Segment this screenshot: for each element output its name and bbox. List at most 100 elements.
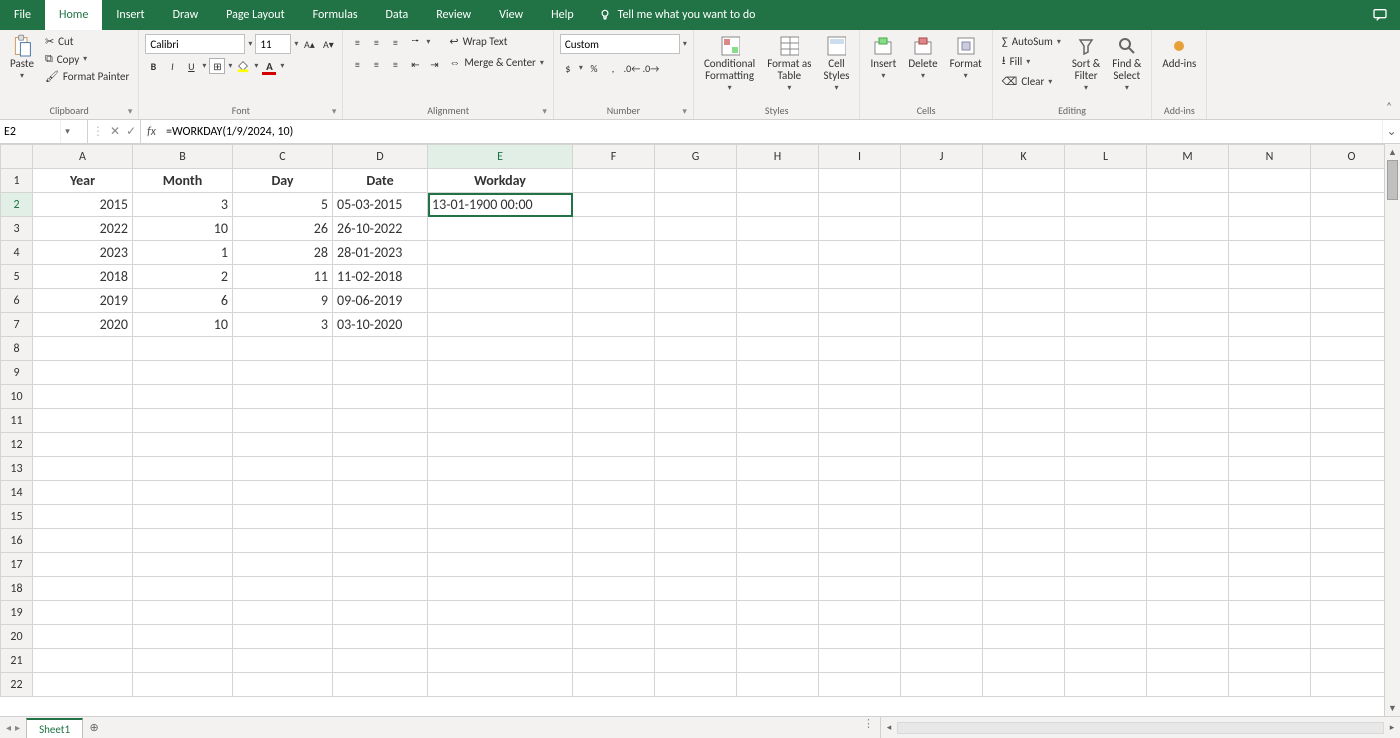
cell[interactable] (737, 337, 819, 361)
cell[interactable] (983, 169, 1065, 193)
cell[interactable] (983, 433, 1065, 457)
cell[interactable] (1147, 673, 1229, 697)
cell[interactable] (819, 193, 901, 217)
chevron-down-icon[interactable]: ▾ (294, 39, 298, 49)
row-header[interactable]: 2 (1, 193, 33, 217)
align-right-button[interactable]: ≡ (387, 56, 403, 72)
cell[interactable] (428, 265, 573, 289)
row-header[interactable]: 17 (1, 553, 33, 577)
cell[interactable] (1311, 217, 1393, 241)
cell[interactable] (1229, 553, 1311, 577)
cell[interactable] (1311, 169, 1393, 193)
cell[interactable]: 28-01-2023 (333, 241, 428, 265)
cell[interactable] (1065, 481, 1147, 505)
cell[interactable] (655, 433, 737, 457)
cell[interactable] (655, 457, 737, 481)
paste-button[interactable]: Paste ▾ (6, 34, 38, 83)
sort-filter-button[interactable]: Sort & Filter▾ (1068, 34, 1104, 95)
cell[interactable] (233, 553, 333, 577)
cell[interactable] (1147, 169, 1229, 193)
cell[interactable] (333, 577, 428, 601)
cell[interactable] (1065, 193, 1147, 217)
cell[interactable] (333, 337, 428, 361)
cell[interactable] (1065, 625, 1147, 649)
cell[interactable] (737, 529, 819, 553)
align-bottom-button[interactable]: ≡ (387, 34, 403, 50)
cell[interactable] (901, 193, 983, 217)
cell[interactable]: 10 (133, 313, 233, 337)
column-header[interactable]: F (573, 145, 655, 169)
cell[interactable]: 09-06-2019 (333, 289, 428, 313)
row-header[interactable]: 14 (1, 481, 33, 505)
cell[interactable] (1147, 217, 1229, 241)
cell[interactable] (901, 433, 983, 457)
horizontal-scrollbar[interactable]: ◂ ▸ (880, 717, 1400, 738)
cell[interactable] (333, 649, 428, 673)
cell[interactable] (573, 673, 655, 697)
cell[interactable] (737, 361, 819, 385)
cell[interactable] (819, 649, 901, 673)
align-left-button[interactable]: ≡ (349, 56, 365, 72)
cell[interactable] (901, 265, 983, 289)
cell[interactable] (428, 649, 573, 673)
cell[interactable] (1229, 361, 1311, 385)
cell[interactable] (655, 217, 737, 241)
cell[interactable] (819, 505, 901, 529)
row-header[interactable]: 1 (1, 169, 33, 193)
cell[interactable] (655, 481, 737, 505)
cell[interactable] (737, 241, 819, 265)
cell[interactable] (233, 409, 333, 433)
fx-icon[interactable]: fx (141, 120, 162, 143)
column-header[interactable]: L (1065, 145, 1147, 169)
dialog-launcher-icon[interactable]: ▾ (682, 106, 687, 117)
cell[interactable]: 26 (233, 217, 333, 241)
cell[interactable] (428, 553, 573, 577)
cell[interactable] (901, 577, 983, 601)
merge-center-button[interactable]: ⇔ Merge & Center ▾ (446, 55, 547, 70)
chevron-down-icon[interactable]: ▾ (579, 63, 583, 73)
cell[interactable] (233, 361, 333, 385)
cell[interactable] (737, 169, 819, 193)
cell[interactable] (819, 217, 901, 241)
row-header[interactable]: 13 (1, 457, 33, 481)
cell[interactable] (655, 673, 737, 697)
cell[interactable] (901, 169, 983, 193)
font-color-button[interactable]: A (261, 58, 277, 74)
cell[interactable] (1065, 649, 1147, 673)
cell[interactable] (983, 265, 1065, 289)
cell[interactable] (901, 385, 983, 409)
align-center-button[interactable]: ≡ (368, 56, 384, 72)
cell[interactable] (1311, 625, 1393, 649)
tab-data[interactable]: Data (372, 0, 423, 30)
cell[interactable] (901, 505, 983, 529)
column-header[interactable]: M (1147, 145, 1229, 169)
tab-help[interactable]: Help (537, 0, 588, 30)
cell[interactable] (1229, 385, 1311, 409)
chevron-down-icon[interactable]: ▾ (60, 120, 74, 143)
cell[interactable] (655, 505, 737, 529)
cell[interactable] (428, 601, 573, 625)
row-header[interactable]: 11 (1, 409, 33, 433)
cell[interactable] (819, 577, 901, 601)
font-name-input[interactable] (145, 34, 245, 54)
cell[interactable] (737, 433, 819, 457)
column-header[interactable]: A (33, 145, 133, 169)
cell[interactable] (1147, 337, 1229, 361)
chevron-down-icon[interactable]: ▾ (254, 61, 258, 71)
cell[interactable] (333, 457, 428, 481)
cell[interactable] (333, 409, 428, 433)
cell[interactable] (1229, 289, 1311, 313)
cell[interactable] (1311, 529, 1393, 553)
tab-home[interactable]: Home (45, 0, 102, 30)
grow-font-button[interactable]: A▴ (301, 36, 317, 52)
format-cells-button[interactable]: Format▾ (946, 34, 986, 83)
cell[interactable] (133, 481, 233, 505)
row-header[interactable]: 7 (1, 313, 33, 337)
cell[interactable] (33, 385, 133, 409)
cell[interactable] (573, 649, 655, 673)
cell[interactable] (1065, 433, 1147, 457)
addins-button[interactable]: Add-ins (1158, 34, 1200, 72)
cell[interactable] (1229, 241, 1311, 265)
cell[interactable] (819, 673, 901, 697)
tab-formulas[interactable]: Formulas (299, 0, 372, 30)
